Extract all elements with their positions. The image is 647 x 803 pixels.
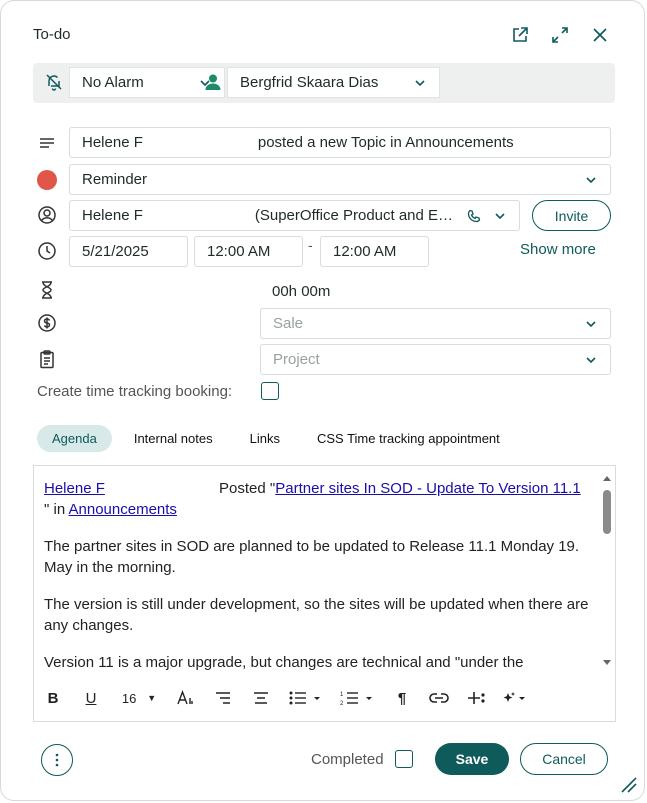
agenda-editor[interactable]: Helene F Posted "Partner sites In SOD - …: [33, 465, 616, 722]
after-link-text: " in: [44, 501, 69, 518]
completed-label: Completed: [311, 751, 384, 768]
hourglass-icon: [37, 280, 57, 300]
person-icon: [204, 73, 222, 96]
paragraph-3: Version 11 is a major upgrade, but chang…: [44, 654, 524, 671]
completed-checkbox[interactable]: [395, 750, 413, 768]
font-style-icon[interactable]: [168, 688, 204, 708]
author-link[interactable]: Helene F: [44, 480, 105, 497]
phone-icon[interactable]: [467, 209, 481, 223]
more-options-button[interactable]: [41, 744, 73, 776]
chevron-down-icon: [586, 321, 596, 328]
font-size-value: 16: [121, 690, 137, 706]
topic-link[interactable]: Partner sites In SOD - Update To Version…: [275, 480, 580, 497]
time-tracking-checkbox[interactable]: [261, 382, 279, 400]
chevron-down-icon: [586, 177, 596, 184]
invite-button[interactable]: Invite: [532, 200, 611, 231]
contact-select[interactable]: Helene F (SuperOffice Product and E…: [69, 200, 520, 231]
save-button[interactable]: Save: [435, 743, 509, 775]
type-select-label: Reminder: [82, 171, 148, 188]
subject-suffix: posted a new Topic in Announcements: [257, 134, 514, 151]
sale-placeholder: Sale: [273, 315, 304, 332]
chevron-down-icon: [495, 213, 505, 220]
expand-icon[interactable]: [550, 25, 570, 45]
tab-agenda[interactable]: Agenda: [37, 424, 112, 452]
forum-link[interactable]: Announcements: [69, 501, 177, 518]
time-tracking-label: Create time tracking booking:: [37, 383, 233, 400]
chevron-down-icon: [415, 80, 425, 87]
underline-button[interactable]: U: [72, 688, 110, 708]
project-placeholder: Project: [273, 351, 320, 368]
alarm-select-label: No Alarm: [82, 74, 144, 91]
paragraph-icon[interactable]: ¶: [384, 688, 420, 708]
start-time-input[interactable]: 12:00 AM: [194, 236, 303, 267]
editor-toolbar: B U 16 ▼ 12 ¶: [34, 675, 615, 721]
svg-text:2: 2: [340, 701, 344, 706]
type-select[interactable]: Reminder: [69, 164, 611, 195]
owner-select[interactable]: Bergfrid Skaara Dias: [227, 67, 440, 98]
dialog-title: To-do: [33, 26, 71, 43]
owner-select-label: Bergfrid Skaara Dias: [240, 74, 379, 91]
paragraph-1: The partner sites in SOD are planned to …: [44, 538, 580, 576]
end-time-input[interactable]: 12:00 AM: [320, 236, 429, 267]
clipboard-icon: [37, 349, 57, 369]
contact-prefix: Helene F: [82, 207, 143, 224]
subject-input[interactable]: Helene F posted a new Topic in Announcem…: [69, 127, 611, 158]
tab-links[interactable]: Links: [235, 425, 295, 452]
todo-dialog: To-do No Alarm Bergfrid Skaara Dias Hele…: [0, 0, 645, 801]
insert-icon[interactable]: [458, 688, 496, 708]
tab-css-time-tracking[interactable]: CSS Time tracking appointment: [302, 425, 515, 452]
link-icon[interactable]: [420, 688, 458, 708]
more-vertical-icon: [55, 753, 59, 767]
resize-handle-icon[interactable]: [620, 776, 638, 799]
alarm-owner-row: No Alarm Bergfrid Skaara Dias: [33, 63, 615, 103]
paragraph-2: The version is still under development, …: [44, 596, 589, 634]
editor-scrollbar[interactable]: [602, 472, 612, 668]
editor-content[interactable]: Helene F Posted "Partner sites In SOD - …: [44, 478, 589, 689]
time-separator: -: [308, 237, 313, 253]
duration-value: 00h 00m: [272, 283, 331, 300]
alarm-select[interactable]: No Alarm: [69, 67, 225, 98]
text-lines-icon: [37, 134, 57, 154]
open-external-icon[interactable]: [510, 25, 530, 45]
reminder-color-dot: [37, 170, 57, 190]
close-icon[interactable]: [590, 25, 610, 45]
numbered-list-icon[interactable]: 12: [332, 688, 384, 708]
bold-button[interactable]: B: [34, 688, 72, 708]
tab-internal-notes[interactable]: Internal notes: [119, 425, 228, 452]
svg-text:1: 1: [340, 692, 344, 698]
sale-select[interactable]: Sale: [260, 308, 611, 339]
font-size-select[interactable]: 16 ▼: [110, 688, 168, 708]
contact-suffix: (SuperOffice Product and E…: [254, 207, 454, 224]
post-header: Helene F Posted "Partner sites In SOD - …: [44, 478, 589, 520]
ai-sparkle-icon[interactable]: [496, 688, 534, 708]
alarm-off-icon: [45, 73, 63, 96]
align-center-icon[interactable]: [242, 688, 280, 708]
dollar-icon: [37, 313, 57, 333]
cancel-button[interactable]: Cancel: [520, 743, 608, 775]
align-right-icon[interactable]: [204, 688, 242, 708]
bullet-list-icon[interactable]: [280, 688, 332, 708]
subject-prefix: Helene F: [82, 134, 143, 151]
project-select[interactable]: Project: [260, 344, 611, 375]
contact-person-icon: [37, 205, 57, 225]
chevron-down-icon: [586, 357, 596, 364]
posted-text: Posted ": [219, 480, 276, 497]
tab-bar: Agenda Internal notes Links CSS Time tra…: [37, 424, 522, 452]
clock-icon: [37, 241, 57, 261]
show-more-link[interactable]: Show more: [520, 241, 596, 258]
date-input[interactable]: 5/21/2025: [69, 236, 188, 267]
caret-down-icon: ▼: [147, 693, 157, 703]
